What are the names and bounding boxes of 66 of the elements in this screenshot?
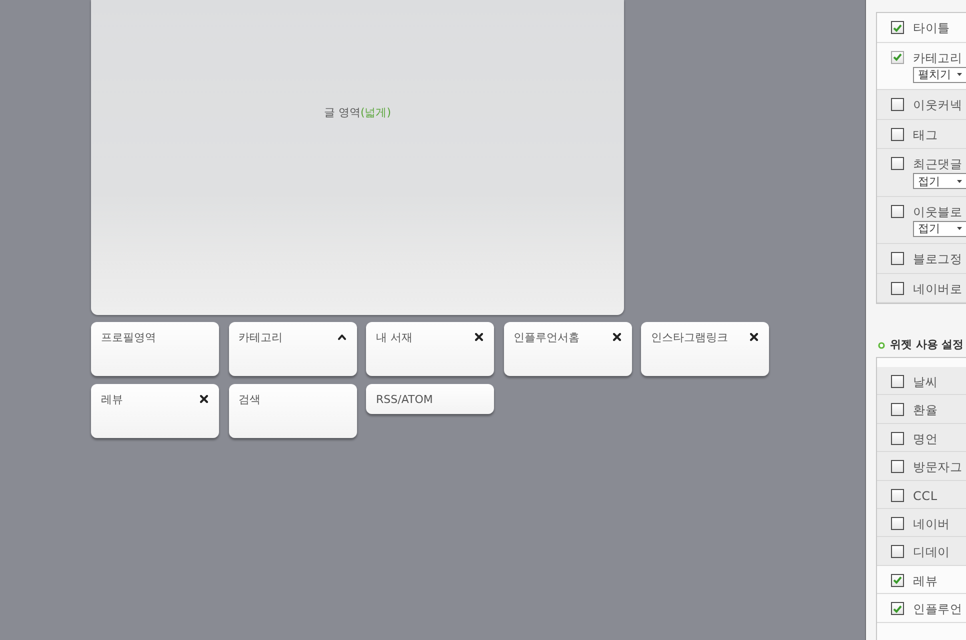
checkbox[interactable]	[891, 252, 904, 265]
checkbox[interactable]	[891, 98, 904, 111]
widget-block[interactable]: 검색	[228, 384, 356, 438]
widget-block-title: 프로필영역	[101, 331, 156, 345]
checkbox[interactable]	[891, 488, 904, 502]
setting-label: 명언	[913, 432, 939, 446]
caret-icon	[957, 180, 962, 182]
checkbox[interactable]	[891, 375, 904, 388]
checkbox[interactable]	[891, 432, 904, 445]
checkbox[interactable]	[891, 545, 904, 558]
setting-label: 최근댓글	[913, 157, 964, 171]
setting-label: 이웃블로	[913, 204, 964, 218]
checkbox[interactable]	[891, 574, 904, 587]
dropdown-select[interactable]: 접기	[913, 173, 966, 189]
check-icon	[893, 576, 902, 584]
setting-label: 타이틀	[913, 21, 951, 35]
close-icon[interactable]	[750, 333, 758, 341]
check-icon	[893, 24, 902, 32]
setting-label: 인플루언	[913, 602, 964, 616]
setting-label: 방문자그	[913, 460, 964, 474]
checkbox[interactable]	[891, 460, 904, 474]
widget-block[interactable]: 내 서재	[366, 322, 494, 376]
setting-label: CCL	[913, 488, 938, 503]
widget-block[interactable]: 인플루언서홈	[504, 322, 632, 376]
widget-block-title: RSS/ATOM	[376, 393, 433, 407]
widget-block-title: 내 서재	[376, 331, 412, 345]
section-title: 위젯 사용 설정	[890, 338, 964, 352]
setting-label: 이웃커넥	[913, 98, 964, 112]
content-area-label: 글 영역(넓게)	[324, 106, 392, 120]
chevron-up-icon[interactable]	[338, 333, 346, 341]
checkbox[interactable]	[891, 128, 904, 140]
close-icon[interactable]	[612, 333, 620, 341]
checkbox[interactable]	[891, 516, 904, 530]
setting-label: 태그	[913, 128, 939, 142]
checkbox[interactable]	[891, 204, 904, 218]
setting-label: 디데이	[913, 545, 951, 560]
widget-block[interactable]: 인스타그램링크	[641, 322, 769, 376]
caret-icon	[957, 73, 962, 76]
close-icon[interactable]	[475, 333, 483, 341]
widget-block-title: 인플루언서홈	[514, 331, 580, 345]
widget-block[interactable]: 프로필영역	[91, 322, 219, 376]
setting-label: 네이버로	[913, 282, 964, 296]
setting-label: 날씨	[913, 375, 939, 389]
check-icon	[893, 53, 902, 61]
bullet-icon	[878, 342, 885, 348]
check-icon	[893, 604, 902, 613]
setting-label: 블로그정	[913, 252, 964, 266]
widget-block-title: 인스타그램링크	[651, 331, 728, 345]
checkbox[interactable]	[891, 403, 904, 416]
widget-block[interactable]: 레뷰	[91, 384, 219, 438]
widget-block[interactable]: RSS/ATOM	[366, 384, 494, 414]
checkbox[interactable]	[891, 157, 904, 170]
close-icon[interactable]	[200, 395, 208, 403]
widget-block-title: 카테고리	[238, 331, 282, 345]
widget-block-title: 검색	[238, 393, 260, 407]
dropdown-select[interactable]: 접기	[913, 220, 966, 236]
setting-label: 네이버	[913, 516, 951, 531]
setting-label: 카테고리	[913, 50, 964, 64]
caret-icon	[957, 227, 962, 230]
checkbox[interactable]	[891, 282, 904, 294]
checkbox[interactable]	[891, 21, 904, 34]
widget-block-title: 레뷰	[101, 393, 123, 407]
checkbox[interactable]	[891, 602, 904, 616]
setting-label: 레뷰	[913, 574, 939, 588]
widget-block[interactable]: 카테고리	[228, 322, 356, 376]
setting-label: 환율	[913, 403, 939, 418]
